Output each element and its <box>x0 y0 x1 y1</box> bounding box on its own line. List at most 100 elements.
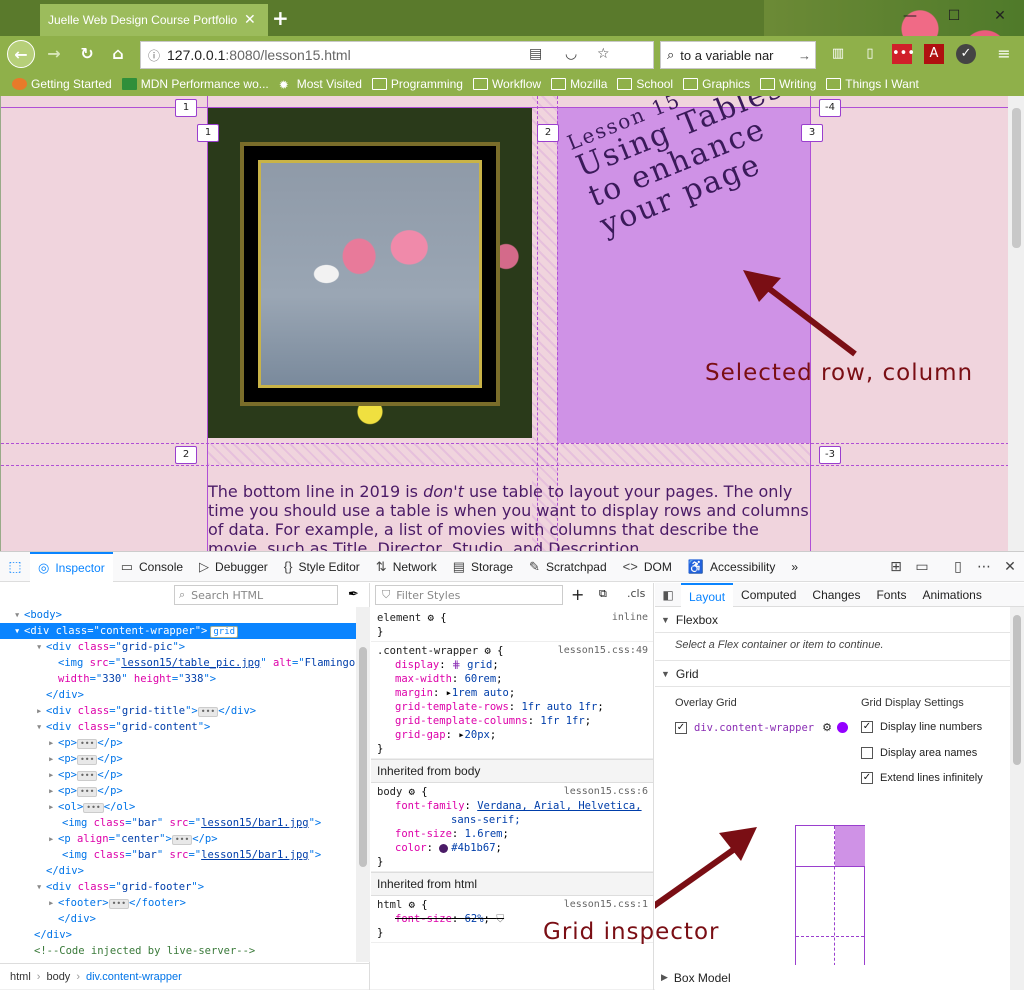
overlay-grid-row[interactable]: ✓ div.content-wrapper ⚙ <box>675 721 848 734</box>
bookmark-mdn[interactable]: MDN Performance wo... <box>121 77 269 91</box>
overlay-color-swatch[interactable] <box>836 722 848 733</box>
reader-view-icon[interactable]: ▤ <box>529 46 542 62</box>
options-icon[interactable]: ⋯ <box>972 552 996 582</box>
rule-element[interactable]: element ⚙ { inline } <box>371 609 653 642</box>
bookmark-star-icon[interactable]: ☆ <box>597 46 610 62</box>
search-input[interactable]: ⌕ to a variable nar → <box>660 41 816 69</box>
markup-line[interactable]: ▸ <p> ••• </p> <box>0 767 356 783</box>
markup-line[interactable]: </div> <box>0 687 356 703</box>
maximize-icon[interactable]: ☐ <box>944 6 964 26</box>
add-rule-button[interactable]: + <box>571 585 584 604</box>
site-info-icon[interactable]: ⓘ <box>141 47 167 64</box>
bookmark-folder-graphics[interactable]: Graphics <box>683 77 750 91</box>
tab-fonts[interactable]: Fonts <box>868 583 914 607</box>
sidebar-icon[interactable]: ▯ <box>860 44 880 64</box>
markup-line[interactable]: ▾ <div class="grid-pic"> <box>0 639 356 655</box>
markup-line[interactable]: ▸ <p> ••• </p> <box>0 783 356 799</box>
bookmark-most-visited[interactable]: ✹ Most Visited <box>279 77 362 92</box>
extension-check-icon[interactable]: ✓ <box>956 44 976 64</box>
flexbox-section-header[interactable]: ▼ Flexbox <box>655 607 1024 633</box>
tab-style-editor[interactable]: {} Style Editor <box>276 552 368 582</box>
home-button[interactable]: ⌂ <box>104 40 132 68</box>
rule-content-wrapper[interactable]: .content-wrapper ⚙ { lesson15.css:49 dis… <box>371 642 653 759</box>
extension-pdf-icon[interactable]: A <box>924 44 944 64</box>
tab-debugger[interactable]: ▷ Debugger <box>191 552 276 582</box>
library-icon[interactable]: ▥ <box>828 44 848 64</box>
tab-changes[interactable]: Changes <box>804 583 868 607</box>
element-picker-icon[interactable]: ⬚ <box>0 552 30 582</box>
markup-line[interactable]: <!--Code injected by live-server--> <box>0 943 356 959</box>
pocket-icon[interactable]: ◡ <box>565 46 577 62</box>
dock-icon[interactable]: ▯ <box>946 552 970 582</box>
tab-scratchpad[interactable]: ✎ Scratchpad <box>521 552 615 582</box>
tab-network[interactable]: ⇅ Network <box>368 552 445 582</box>
breadcrumb-item-current[interactable]: div.content-wrapper <box>86 971 182 983</box>
bookmark-folder-programming[interactable]: Programming <box>371 77 463 91</box>
url-bar[interactable]: ⓘ 127.0.0.1:8080/lesson15.html ▤ ◡ ☆ <box>140 41 654 69</box>
new-tab-button[interactable]: + <box>272 6 289 30</box>
rule-body[interactable]: body ⚙ { lesson15.css:6 font-family: Ver… <box>371 783 653 872</box>
markup-line[interactable]: ▸ <p> ••• </p> <box>0 735 356 751</box>
markup-line[interactable]: ▸ <div class="grid-title"> ••• </div> <box>0 703 356 719</box>
tab-close-icon[interactable]: ✕ <box>244 12 256 28</box>
search-html-input[interactable]: ⌕ Search HTML <box>174 585 338 605</box>
overridden-filter-icon[interactable]: ⛉ <box>496 913 504 925</box>
markup-line[interactable]: ▾ <div class="grid-content"> <box>0 719 356 735</box>
markup-line[interactable]: ▸ <p align="center"> ••• </p> <box>0 831 356 847</box>
markup-line[interactable]: <img class="bar" src="lesson15/bar1.jpg"… <box>0 815 356 831</box>
markup-line[interactable]: ▸ <footer> ••• </footer> <box>0 895 356 911</box>
eyedropper-icon[interactable]: ✒ <box>348 587 359 602</box>
toggle-pseudo-icon[interactable]: ⧉ <box>599 587 607 601</box>
extend-lines-checkbox[interactable]: ✓ <box>861 772 873 784</box>
markup-scrollbar-thumb[interactable] <box>359 647 367 867</box>
more-tabs-icon[interactable]: » <box>783 552 806 582</box>
close-devtools-icon[interactable]: ✕ <box>998 552 1022 582</box>
markup-line[interactable]: ▸ <p> ••• </p> <box>0 751 356 767</box>
markup-line[interactable]: </div> <box>0 927 356 943</box>
line-numbers-setting[interactable]: ✓ Display line numbers <box>861 721 982 733</box>
tab-storage[interactable]: ▤ Storage <box>445 552 521 582</box>
forward-button[interactable]: → <box>40 40 68 68</box>
minimize-icon[interactable]: — <box>900 6 920 26</box>
layout-scrollbar[interactable] <box>1010 607 1024 990</box>
bookmark-folder-school[interactable]: School <box>617 77 673 91</box>
breadcrumb-item[interactable]: html <box>10 971 31 983</box>
bookmark-getting-started[interactable]: Getting Started <box>12 77 112 91</box>
grid-section-header[interactable]: ▼ Grid <box>655 661 1024 687</box>
measure-icon[interactable]: ▭ <box>910 552 934 582</box>
tab-computed[interactable]: Computed <box>733 583 804 607</box>
breadcrumb-item[interactable]: body <box>46 971 70 983</box>
bookmark-folder-workflow[interactable]: Workflow <box>472 77 541 91</box>
tab-animations[interactable]: Animations <box>914 583 989 607</box>
cls-toggle[interactable]: .cls <box>627 587 645 600</box>
color-swatch[interactable] <box>439 843 449 853</box>
markup-line-selected[interactable]: ▾ <div class="content-wrapper"> grid <box>0 623 356 639</box>
layout-scrollbar-thumb[interactable] <box>1013 615 1021 765</box>
bookmark-folder-writing[interactable]: Writing <box>760 77 816 91</box>
tab-console[interactable]: ▭ Console <box>113 552 191 582</box>
page-scrollbar-thumb[interactable] <box>1012 108 1021 248</box>
extension-lastpass-icon[interactable]: ••• <box>892 44 915 64</box>
bookmark-folder-mozilla[interactable]: Mozilla <box>551 77 607 91</box>
box-model-section-header[interactable]: ▶ Box Model <box>655 965 1010 990</box>
page-scrollbar[interactable] <box>1008 96 1024 551</box>
rulers-icon[interactable]: ⊞ <box>884 552 908 582</box>
markup-line[interactable]: <img src="lesson15/table_pic.jpg" alt="F… <box>0 655 356 671</box>
filter-styles-input[interactable]: ⛉ Filter Styles <box>375 585 563 605</box>
area-names-checkbox[interactable] <box>861 747 873 759</box>
markup-line[interactable]: width="330" height="338"> <box>0 671 356 687</box>
tab-accessibility[interactable]: ♿ Accessibility <box>680 552 784 582</box>
grid-badge[interactable]: grid <box>210 626 239 638</box>
bookmark-folder-things[interactable]: Things I Want <box>826 77 919 91</box>
area-names-setting[interactable]: Display area names <box>861 747 977 759</box>
markup-line[interactable]: ▾ <body> <box>0 607 356 623</box>
line-numbers-checkbox[interactable]: ✓ <box>861 721 873 733</box>
markup-scrollbar[interactable] <box>356 607 370 962</box>
grid-outline-preview[interactable] <box>795 825 865 977</box>
search-go-icon[interactable]: → <box>798 48 811 63</box>
markup-line[interactable]: <img class="bar" src="lesson15/bar1.jpg"… <box>0 847 356 863</box>
markup-line[interactable]: </div> <box>0 863 356 879</box>
markup-line[interactable]: </div> <box>0 911 356 927</box>
extend-lines-setting[interactable]: ✓ Extend lines infinitely <box>861 772 983 784</box>
highlight-element-icon[interactable]: ⚙ <box>822 721 832 734</box>
